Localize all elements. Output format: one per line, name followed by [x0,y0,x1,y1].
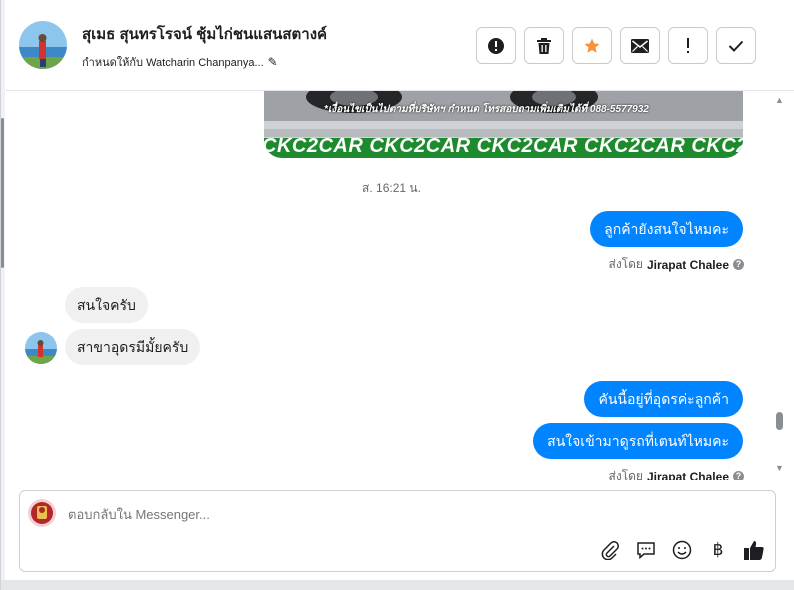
reply-input[interactable] [68,507,668,522]
mark-spam-button[interactable] [476,27,516,64]
reply-composer: ฿ [19,490,776,572]
thread-actions [476,27,756,64]
timestamp: ส. 16:21 น. [362,181,421,195]
message-bubble-incoming[interactable]: สาขาอุดรมีมั้ยครับ [65,329,201,365]
scroll-down-arrow-icon[interactable]: ▼ [775,463,784,473]
saved-reply-icon[interactable] [635,539,657,561]
contact-avatar-small[interactable] [25,332,57,364]
mark-unread-button[interactable] [620,27,660,64]
page-avatar [28,499,56,527]
image-banner-text: CKC2CAR CKC2CAR CKC2CAR CKC2CAR CKC2 [264,135,743,157]
star-icon [584,38,600,53]
alert-circle-icon [488,37,504,54]
bottom-edge [1,580,794,590]
message-bubble-outgoing[interactable]: ลูกค้ายังสนใจไหมคะ [590,211,743,247]
inbox-thread-panel: สุเมธ สุนทรโรจน์ ชุ้มไก่ชนแสนสตางค์ กำหน… [0,0,794,590]
paperclip-icon[interactable] [599,539,621,561]
exclamation-icon [687,37,689,53]
help-icon[interactable]: ? [733,471,744,480]
message-bubble-incoming[interactable]: สนใจครับ [65,287,148,323]
delete-button[interactable] [524,27,564,64]
envelope-icon [631,38,649,53]
assigned-label: กำหนดให้กับ Watcharin Chanpanya... [82,57,264,69]
image-attachment[interactable]: *เงื่อนไขเป็นไปตามที่บริษัทฯ กำหนด โทรสอ… [264,91,743,158]
pencil-icon[interactable]: ✎ [268,55,278,69]
sent-by-label: ส่งโดย Jirapat Chalee ? [608,255,744,274]
scrollbar-thumb[interactable] [776,412,783,430]
thumbs-up-icon[interactable] [743,539,765,561]
assignment-row[interactable]: กำหนดให้กับ Watcharin Chanpanya... ✎ [82,53,278,71]
composer-tools: ฿ [599,539,765,561]
follow-up-button[interactable] [668,27,708,64]
sent-by-name[interactable]: Jirapat Chalee [647,470,729,481]
trash-icon [537,37,551,54]
emoji-icon[interactable] [671,539,693,561]
message-bubble-outgoing[interactable]: คันนี้อยู่ที่อุดรค่ะลูกค้า [584,381,743,417]
image-caption: *เงื่อนไขเป็นไปตามที่บริษัทฯ กำหนด โทรสอ… [324,104,649,115]
left-edge [1,0,5,590]
sent-by-label: ส่งโดย Jirapat Chalee ? [608,467,744,481]
message-scrollbar[interactable]: ▲ ▼ [772,91,790,480]
message-list[interactable]: *เงื่อนไขเป็นไปตามที่บริษัทฯ กำหนด โทรสอ… [6,91,777,480]
scroll-up-arrow-icon[interactable]: ▲ [775,95,784,105]
thread-header: สุเมธ สุนทรโรจน์ ชุ้มไก่ชนแสนสตางค์ กำหน… [6,0,794,91]
contact-avatar[interactable] [19,21,67,69]
help-icon[interactable]: ? [733,259,744,270]
baht-icon[interactable]: ฿ [707,539,729,561]
check-icon [728,40,744,52]
sent-by-prefix: ส่งโดย [608,257,643,271]
sent-by-prefix: ส่งโดย [608,469,643,480]
mark-done-button[interactable] [716,27,756,64]
sent-by-name[interactable]: Jirapat Chalee [647,258,729,272]
contact-name[interactable]: สุเมธ สุนทรโรจน์ ชุ้มไก่ชนแสนสตางค์ [82,22,327,46]
star-button[interactable] [572,27,612,64]
message-bubble-outgoing[interactable]: สนใจเข้ามาดูรถที่เตนท์ไหมคะ [533,423,743,459]
left-scroll-indicator [1,118,4,268]
